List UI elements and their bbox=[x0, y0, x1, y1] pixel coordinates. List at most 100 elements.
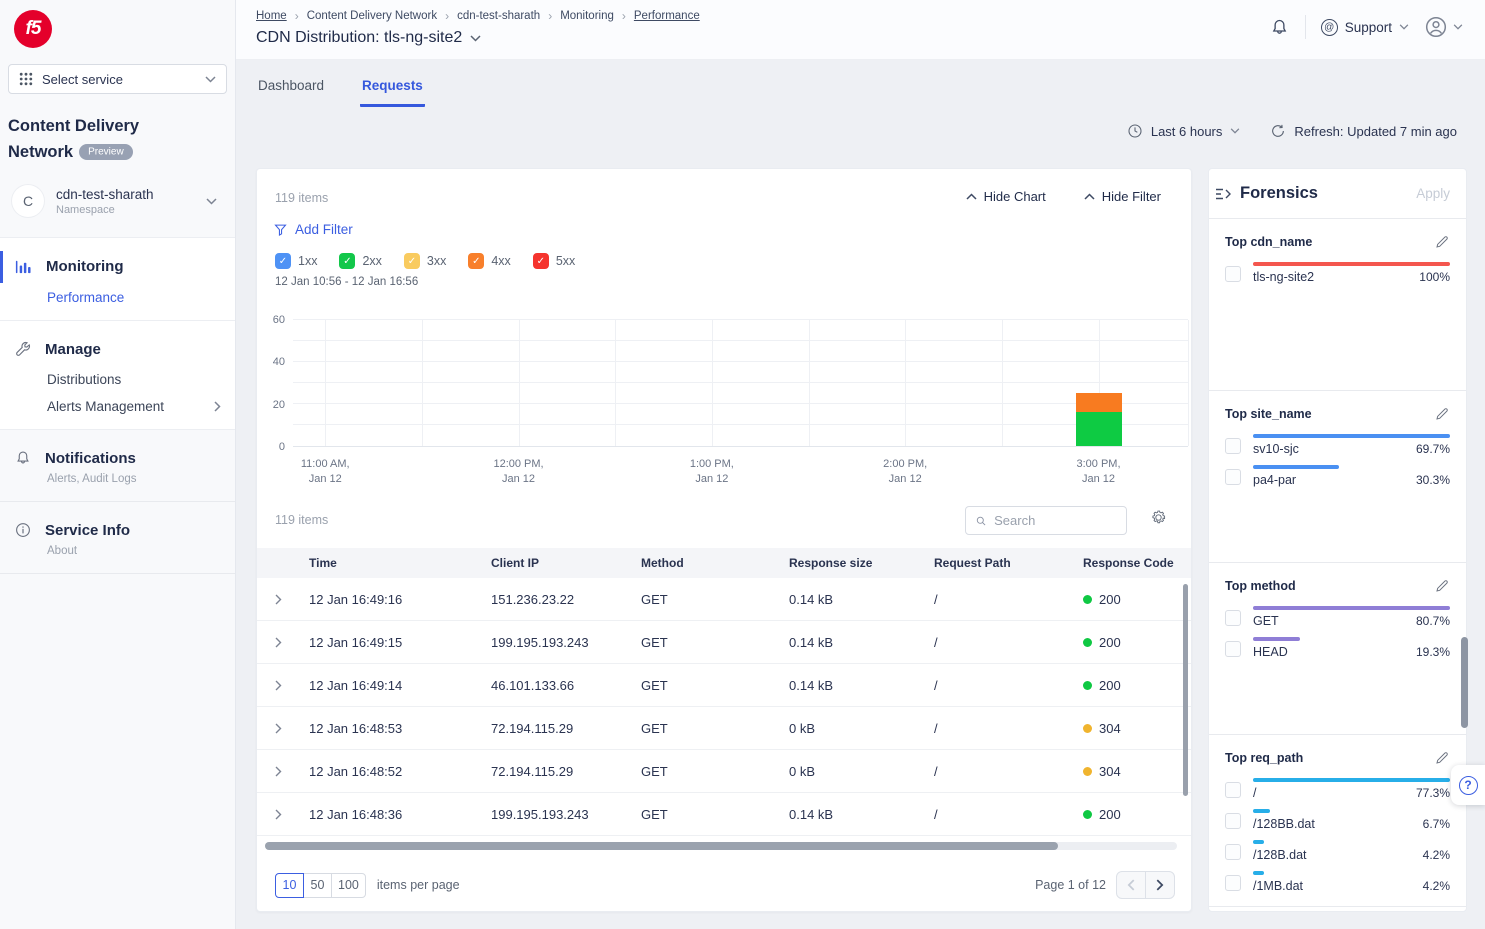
status-filter-checkbox[interactable]: ✓ 1xx bbox=[275, 253, 317, 269]
percentage-bar bbox=[1253, 434, 1450, 438]
cell-time: 12 Jan 16:49:14 bbox=[309, 678, 491, 693]
hide-chart-button[interactable]: Hide Chart bbox=[966, 189, 1046, 204]
checkbox-checked-icon[interactable]: ✓ bbox=[275, 253, 291, 269]
table-row[interactable]: 12 Jan 16:48:52 72.194.115.29 GET 0 kB /… bbox=[257, 750, 1191, 793]
forensics-item-value: 30.3% bbox=[1416, 473, 1450, 487]
checkbox-checked-icon[interactable]: ✓ bbox=[468, 253, 484, 269]
collapse-panel-icon[interactable] bbox=[1215, 186, 1232, 202]
table-body: 12 Jan 16:49:16 151.236.23.22 GET 0.14 k… bbox=[257, 578, 1191, 836]
column-header-response-size[interactable]: Response size bbox=[789, 556, 934, 570]
table-row[interactable]: 12 Jan 16:48:53 72.194.115.29 GET 0 kB /… bbox=[257, 707, 1191, 750]
column-header-request-path[interactable]: Request Path bbox=[934, 556, 1083, 570]
forensics-item-body: sv10-sjc 69.7% bbox=[1253, 434, 1450, 456]
x-axis-tick-label: 12:00 PM,Jan 12 bbox=[479, 457, 559, 487]
items-per-page-label: items per page bbox=[377, 878, 460, 892]
bell-icon[interactable] bbox=[1269, 17, 1290, 38]
cell-time: 12 Jan 16:48:53 bbox=[309, 721, 491, 736]
forensics-item-checkbox[interactable] bbox=[1225, 438, 1241, 454]
edit-pencil-icon[interactable] bbox=[1434, 234, 1450, 250]
previous-page-button[interactable] bbox=[1116, 871, 1146, 899]
column-header-time[interactable]: Time bbox=[309, 556, 491, 570]
checkbox-checked-icon[interactable]: ✓ bbox=[339, 253, 355, 269]
support-menu[interactable]: @ Support bbox=[1321, 19, 1409, 36]
edit-pencil-icon[interactable] bbox=[1434, 406, 1450, 422]
info-icon bbox=[14, 521, 32, 539]
edit-pencil-icon[interactable] bbox=[1434, 578, 1450, 594]
help-button[interactable]: ? bbox=[1451, 765, 1485, 805]
percentage-bar bbox=[1253, 465, 1339, 469]
status-filter-checkbox[interactable]: ✓ 2xx bbox=[339, 253, 381, 269]
cell-client-ip: 72.194.115.29 bbox=[491, 721, 641, 736]
tab-dashboard[interactable]: Dashboard bbox=[256, 72, 326, 107]
table-horizontal-scrollbar[interactable] bbox=[265, 842, 1177, 850]
sidebar-item-alerts-management[interactable]: Alerts Management bbox=[0, 390, 235, 417]
page-size-option-100[interactable]: 100 bbox=[331, 873, 366, 898]
select-service-dropdown[interactable]: Select service bbox=[8, 64, 227, 94]
breadcrumb-performance[interactable]: Performance bbox=[634, 10, 700, 22]
sidebar-item-distributions[interactable]: Distributions bbox=[0, 363, 235, 390]
row-expander[interactable] bbox=[275, 766, 309, 777]
status-filter-checkbox[interactable]: ✓ 5xx bbox=[533, 253, 575, 269]
percentage-bar bbox=[1253, 262, 1450, 266]
status-filter-checkbox[interactable]: ✓ 3xx bbox=[404, 253, 446, 269]
forensics-item-checkbox[interactable] bbox=[1225, 844, 1241, 860]
next-page-button[interactable] bbox=[1145, 871, 1175, 899]
forensics-item-checkbox[interactable] bbox=[1225, 469, 1241, 485]
forensics-item-name: HEAD bbox=[1253, 645, 1288, 659]
edit-pencil-icon[interactable] bbox=[1434, 750, 1450, 766]
sidebar-item-service-info[interactable]: Service Info bbox=[0, 516, 235, 544]
breadcrumb-monitoring[interactable]: Monitoring bbox=[560, 10, 614, 22]
forensics-item-checkbox[interactable] bbox=[1225, 875, 1241, 891]
time-range-dropdown[interactable]: Last 6 hours bbox=[1127, 123, 1241, 139]
forensics-item-checkbox[interactable] bbox=[1225, 266, 1241, 282]
column-header-method[interactable]: Method bbox=[641, 556, 789, 570]
forensics-item-checkbox[interactable] bbox=[1225, 782, 1241, 798]
page-size-option-10[interactable]: 10 bbox=[275, 873, 304, 898]
row-expander[interactable] bbox=[275, 637, 309, 648]
table-row[interactable]: 12 Jan 16:49:14 46.101.133.66 GET 0.14 k… bbox=[257, 664, 1191, 707]
stacked-bar[interactable] bbox=[1076, 393, 1122, 446]
hide-filter-button[interactable]: Hide Filter bbox=[1084, 189, 1161, 204]
cell-response-size: 0.14 kB bbox=[789, 635, 934, 650]
sidebar-item-performance[interactable]: Performance bbox=[0, 281, 235, 308]
table-row[interactable]: 12 Jan 16:49:15 199.195.193.243 GET 0.14… bbox=[257, 621, 1191, 664]
table-row[interactable]: 12 Jan 16:49:16 151.236.23.22 GET 0.14 k… bbox=[257, 578, 1191, 621]
forensics-item-checkbox[interactable] bbox=[1225, 641, 1241, 657]
page-size-option-50[interactable]: 50 bbox=[303, 873, 332, 898]
breadcrumb-cdn[interactable]: Content Delivery Network bbox=[307, 10, 437, 22]
breadcrumb-home[interactable]: Home bbox=[256, 10, 287, 22]
forensics-item-checkbox[interactable] bbox=[1225, 610, 1241, 626]
sidebar-item-notifications[interactable]: Notifications bbox=[0, 444, 235, 472]
page-vertical-scrollbar[interactable] bbox=[1461, 637, 1468, 728]
status-filter-checkbox[interactable]: ✓ 4xx bbox=[468, 253, 510, 269]
checkbox-checked-icon[interactable]: ✓ bbox=[404, 253, 420, 269]
forensics-item-checkbox[interactable] bbox=[1225, 813, 1241, 829]
row-expander[interactable] bbox=[275, 594, 309, 605]
row-expander[interactable] bbox=[275, 809, 309, 820]
add-filter-button[interactable]: Add Filter bbox=[273, 222, 353, 237]
table-row[interactable]: 12 Jan 16:48:36 199.195.193.243 GET 0.14… bbox=[257, 793, 1191, 836]
table-vertical-scrollbar[interactable] bbox=[1183, 584, 1188, 796]
table-settings-button[interactable] bbox=[1150, 509, 1167, 526]
forensics-item-value: 4.2% bbox=[1423, 879, 1450, 893]
apply-button[interactable]: Apply bbox=[1416, 186, 1450, 201]
row-expander[interactable] bbox=[275, 723, 309, 734]
search-input[interactable] bbox=[994, 513, 1117, 528]
breadcrumb-namespace[interactable]: cdn-test-sharath bbox=[457, 10, 540, 22]
scrollbar-thumb[interactable] bbox=[265, 842, 1058, 850]
tab-requests[interactable]: Requests bbox=[360, 72, 425, 107]
gridline bbox=[519, 320, 520, 446]
account-menu[interactable] bbox=[1424, 15, 1463, 39]
row-expander[interactable] bbox=[275, 680, 309, 691]
chevron-down-icon[interactable] bbox=[470, 35, 481, 42]
sidebar-item-manage[interactable]: Manage bbox=[0, 335, 235, 363]
forensics-item-name: tls-ng-site2 bbox=[1253, 270, 1314, 284]
forensics-header: Forensics Apply bbox=[1209, 169, 1466, 219]
column-header-client-ip[interactable]: Client IP bbox=[491, 556, 641, 570]
column-header-response-code[interactable]: Response Code bbox=[1083, 556, 1191, 570]
time-range-label: Last 6 hours bbox=[1151, 124, 1223, 139]
checkbox-checked-icon[interactable]: ✓ bbox=[533, 253, 549, 269]
sidebar-item-monitoring[interactable]: Monitoring bbox=[0, 252, 235, 281]
namespace-selector[interactable]: C cdn-test-sharath Namespace bbox=[6, 179, 229, 223]
refresh-button[interactable]: Refresh: Updated 7 min ago bbox=[1270, 123, 1457, 139]
